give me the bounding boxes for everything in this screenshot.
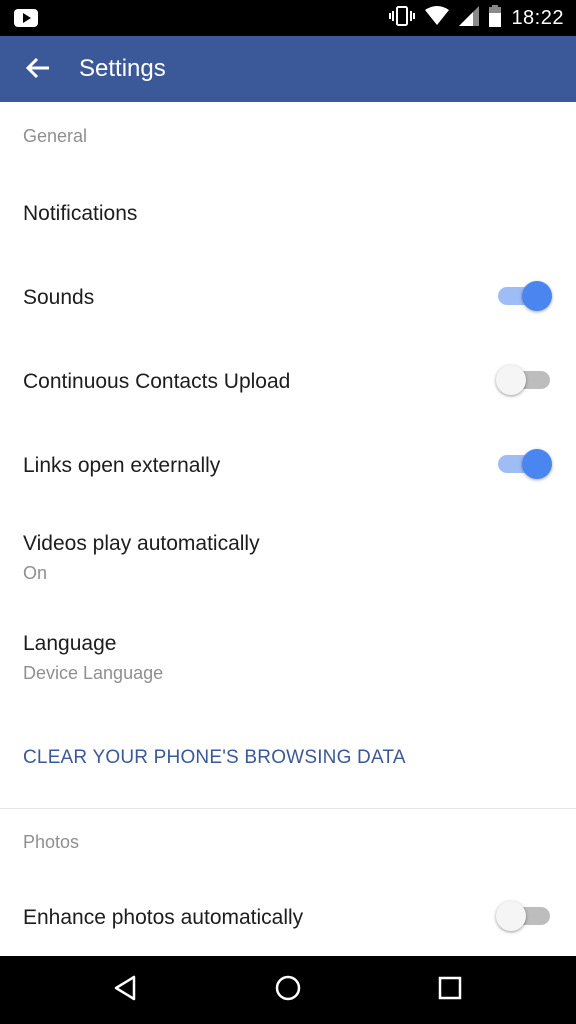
battery-icon (489, 4, 502, 32)
app-bar: Settings (0, 36, 576, 102)
links-external-label: Links open externally (23, 454, 221, 477)
language-row[interactable]: Language Device Language (0, 608, 576, 708)
section-header-general: General (23, 126, 88, 146)
back-arrow-icon (25, 57, 51, 84)
status-icons: 18:22 (389, 0, 564, 36)
wifi-icon (425, 5, 450, 31)
sounds-label: Sounds (23, 286, 95, 309)
language-label: Language (23, 632, 117, 655)
nav-back-button[interactable] (102, 966, 150, 1014)
toggle-thumb (496, 365, 526, 395)
links-external-toggle[interactable] (496, 447, 552, 481)
settings-list[interactable]: General Notifications Sounds Continuous … (0, 102, 576, 956)
contacts-upload-label: Continuous Contacts Upload (23, 370, 291, 393)
enhance-photos-toggle[interactable] (496, 899, 552, 933)
videos-autoplay-row[interactable]: Videos play automatically On (0, 508, 576, 608)
section-divider (0, 808, 576, 809)
nav-recents-icon (437, 975, 463, 1006)
back-button[interactable] (18, 50, 58, 90)
youtube-notification-icon (14, 9, 38, 27)
nav-recents-button[interactable] (426, 966, 474, 1014)
links-external-row[interactable]: Links open externally (0, 424, 576, 508)
vibrate-icon (389, 5, 416, 31)
sounds-row[interactable]: Sounds (0, 256, 576, 340)
section-header-photos: Photos (23, 832, 80, 852)
navigation-bar (0, 956, 576, 1024)
notifications-row[interactable]: Notifications (0, 172, 576, 256)
page-title: Settings (79, 55, 166, 82)
videos-autoplay-label: Videos play automatically (23, 532, 260, 555)
cell-signal-icon (459, 5, 480, 31)
toggle-thumb (522, 449, 552, 479)
contacts-upload-row[interactable]: Continuous Contacts Upload (0, 340, 576, 424)
nav-home-button[interactable] (264, 966, 312, 1014)
toggle-thumb (522, 281, 552, 311)
nav-back-icon (112, 974, 140, 1007)
enhance-photos-label: Enhance photos automatically (23, 906, 304, 929)
status-bar: 18:22 (0, 0, 576, 36)
toggle-thumb (496, 901, 526, 931)
clear-browsing-data-button[interactable]: CLEAR YOUR PHONE'S BROWSING DATA (23, 747, 406, 769)
sounds-toggle[interactable] (496, 279, 552, 313)
language-value: Device Language (23, 663, 164, 683)
nav-home-icon (274, 974, 302, 1007)
enhance-photos-row[interactable]: Enhance photos automatically (0, 876, 576, 956)
status-time: 18:22 (511, 6, 564, 29)
videos-autoplay-value: On (23, 563, 48, 583)
contacts-upload-toggle[interactable] (496, 363, 552, 397)
notifications-label: Notifications (23, 202, 138, 225)
